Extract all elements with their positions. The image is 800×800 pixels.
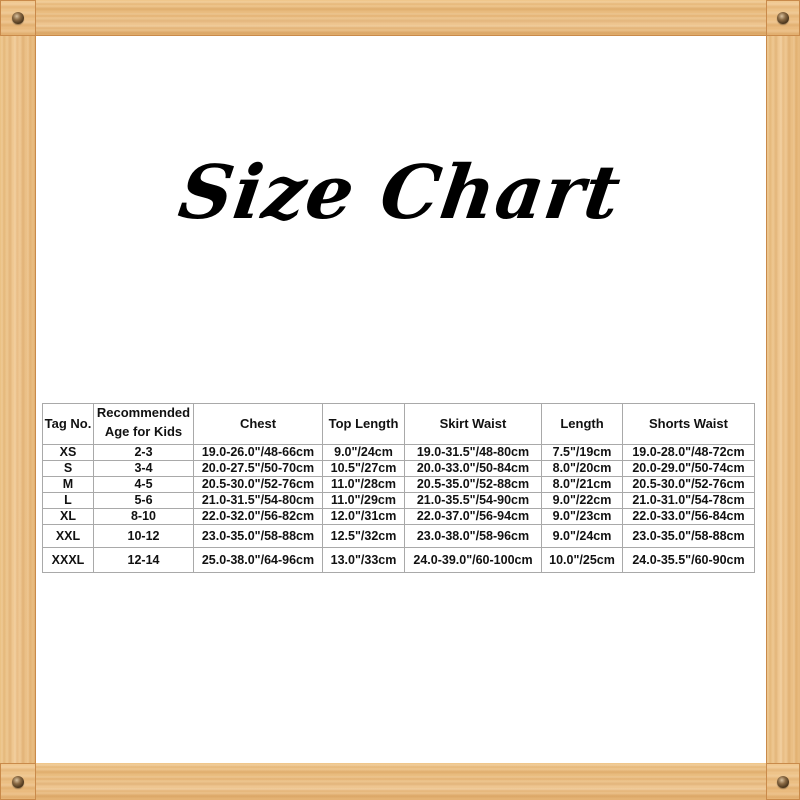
cell-shorts-waist: 20.0-29.0"/50-74cm	[622, 460, 755, 477]
cell-length: 8.0"/20cm	[541, 460, 623, 477]
cell-age: 4-5	[93, 476, 194, 493]
header-row: Tag No. Recommended Age for Kids Chest T…	[42, 403, 755, 445]
nail-icon	[12, 12, 24, 24]
cell-skirt-waist: 21.0-35.5"/54-90cm	[404, 492, 542, 509]
nail-icon	[12, 775, 24, 788]
header-skirt-waist: Skirt Waist	[404, 403, 542, 445]
cell-length: 9.0"/22cm	[541, 492, 623, 509]
cell-tag: XS	[42, 444, 94, 461]
cell-skirt-waist: 19.0-31.5"/48-80cm	[404, 444, 542, 461]
cell-length: 9.0"/23cm	[541, 508, 623, 525]
cell-shorts-waist: 21.0-31.0"/54-78cm	[622, 492, 755, 509]
frame-top	[0, 0, 800, 36]
table-row: XXL 10-12 23.0-35.0"/58-88cm 12.5"/32cm …	[42, 524, 755, 548]
cell-shorts-waist: 24.0-35.5"/60-90cm	[622, 547, 755, 573]
frame-right	[766, 0, 800, 800]
cell-chest: 19.0-26.0"/48-66cm	[193, 444, 323, 461]
header-chest: Chest	[193, 403, 323, 445]
size-table: Tag No. Recommended Age for Kids Chest T…	[42, 403, 755, 573]
frame-corner-top-right	[766, 0, 800, 36]
header-top-length: Top Length	[322, 403, 405, 445]
cell-age: 10-12	[93, 524, 194, 548]
frame-left	[0, 0, 36, 800]
cell-age: 3-4	[93, 460, 194, 477]
cell-tag: M	[42, 476, 94, 493]
cell-tag: S	[42, 460, 94, 477]
cell-tag: XXL	[42, 524, 94, 548]
cell-top-length: 12.5"/32cm	[322, 524, 405, 548]
header-tag: Tag No.	[42, 403, 94, 445]
cell-tag: XL	[42, 508, 94, 525]
table-row: S 3-4 20.0-27.5"/50-70cm 10.5"/27cm 20.0…	[42, 460, 755, 477]
cell-top-length: 10.5"/27cm	[322, 460, 405, 477]
cell-skirt-waist: 23.0-38.0"/58-96cm	[404, 524, 542, 548]
cell-tag: XXXL	[42, 547, 94, 573]
cell-age: 2-3	[93, 444, 194, 461]
cell-top-length: 13.0"/33cm	[322, 547, 405, 573]
cell-length: 8.0"/21cm	[541, 476, 623, 493]
cell-shorts-waist: 23.0-35.0"/58-88cm	[622, 524, 755, 548]
cell-skirt-waist: 20.5-35.0"/52-88cm	[404, 476, 542, 493]
cell-age: 5-6	[93, 492, 194, 509]
cell-length: 7.5"/19cm	[541, 444, 623, 461]
cell-age: 8-10	[93, 508, 194, 525]
nail-icon	[777, 775, 789, 788]
cell-chest: 20.0-27.5"/50-70cm	[193, 460, 323, 477]
header-length: Length	[541, 403, 623, 445]
cell-age: 12-14	[93, 547, 194, 573]
cell-skirt-waist: 24.0-39.0"/60-100cm	[404, 547, 542, 573]
table-row: L 5-6 21.0-31.5"/54-80cm 11.0"/29cm 21.0…	[42, 492, 755, 509]
page-title: Size Chart	[173, 150, 627, 236]
table-row: XS 2-3 19.0-26.0"/48-66cm 9.0"/24cm 19.0…	[42, 444, 755, 461]
cell-chest: 22.0-32.0"/56-82cm	[193, 508, 323, 525]
header-shorts-waist: Shorts Waist	[622, 403, 755, 445]
frame-inner-edge-right	[766, 35, 767, 763]
cell-shorts-waist: 19.0-28.0"/48-72cm	[622, 444, 755, 461]
header-age-line2: Age for Kids	[104, 424, 183, 439]
cell-length: 9.0"/24cm	[541, 524, 623, 548]
table-row: XXXL 12-14 25.0-38.0"/64-96cm 13.0"/33cm…	[42, 547, 755, 573]
cell-skirt-waist: 22.0-37.0"/56-94cm	[404, 508, 542, 525]
cell-shorts-waist: 22.0-33.0"/56-84cm	[622, 508, 755, 525]
cell-skirt-waist: 20.0-33.0"/50-84cm	[404, 460, 542, 477]
cell-shorts-waist: 20.5-30.0"/52-76cm	[622, 476, 755, 493]
nail-icon	[777, 12, 789, 24]
frame-corner-bottom-right	[766, 763, 800, 800]
cell-top-length: 11.0"/28cm	[322, 476, 405, 493]
table-row: XL 8-10 22.0-32.0"/56-82cm 12.0"/31cm 22…	[42, 508, 755, 525]
cell-top-length: 12.0"/31cm	[322, 508, 405, 525]
cell-chest: 21.0-31.5"/54-80cm	[193, 492, 323, 509]
header-age-line1: Recommended	[96, 405, 191, 420]
frame-corner-top-left	[0, 0, 36, 36]
header-age: Recommended Age for Kids	[93, 403, 194, 445]
cell-top-length: 9.0"/24cm	[322, 444, 405, 461]
cell-chest: 20.5-30.0"/52-76cm	[193, 476, 323, 493]
chart-canvas	[36, 36, 766, 763]
frame-corner-bottom-left	[0, 763, 36, 800]
table-row: M 4-5 20.5-30.0"/52-76cm 11.0"/28cm 20.5…	[42, 476, 755, 493]
cell-top-length: 11.0"/29cm	[322, 492, 405, 509]
cell-tag: L	[42, 492, 94, 509]
cell-chest: 25.0-38.0"/64-96cm	[193, 547, 323, 573]
cell-chest: 23.0-35.0"/58-88cm	[193, 524, 323, 548]
frame-bottom	[0, 763, 800, 800]
cell-length: 10.0"/25cm	[541, 547, 623, 573]
